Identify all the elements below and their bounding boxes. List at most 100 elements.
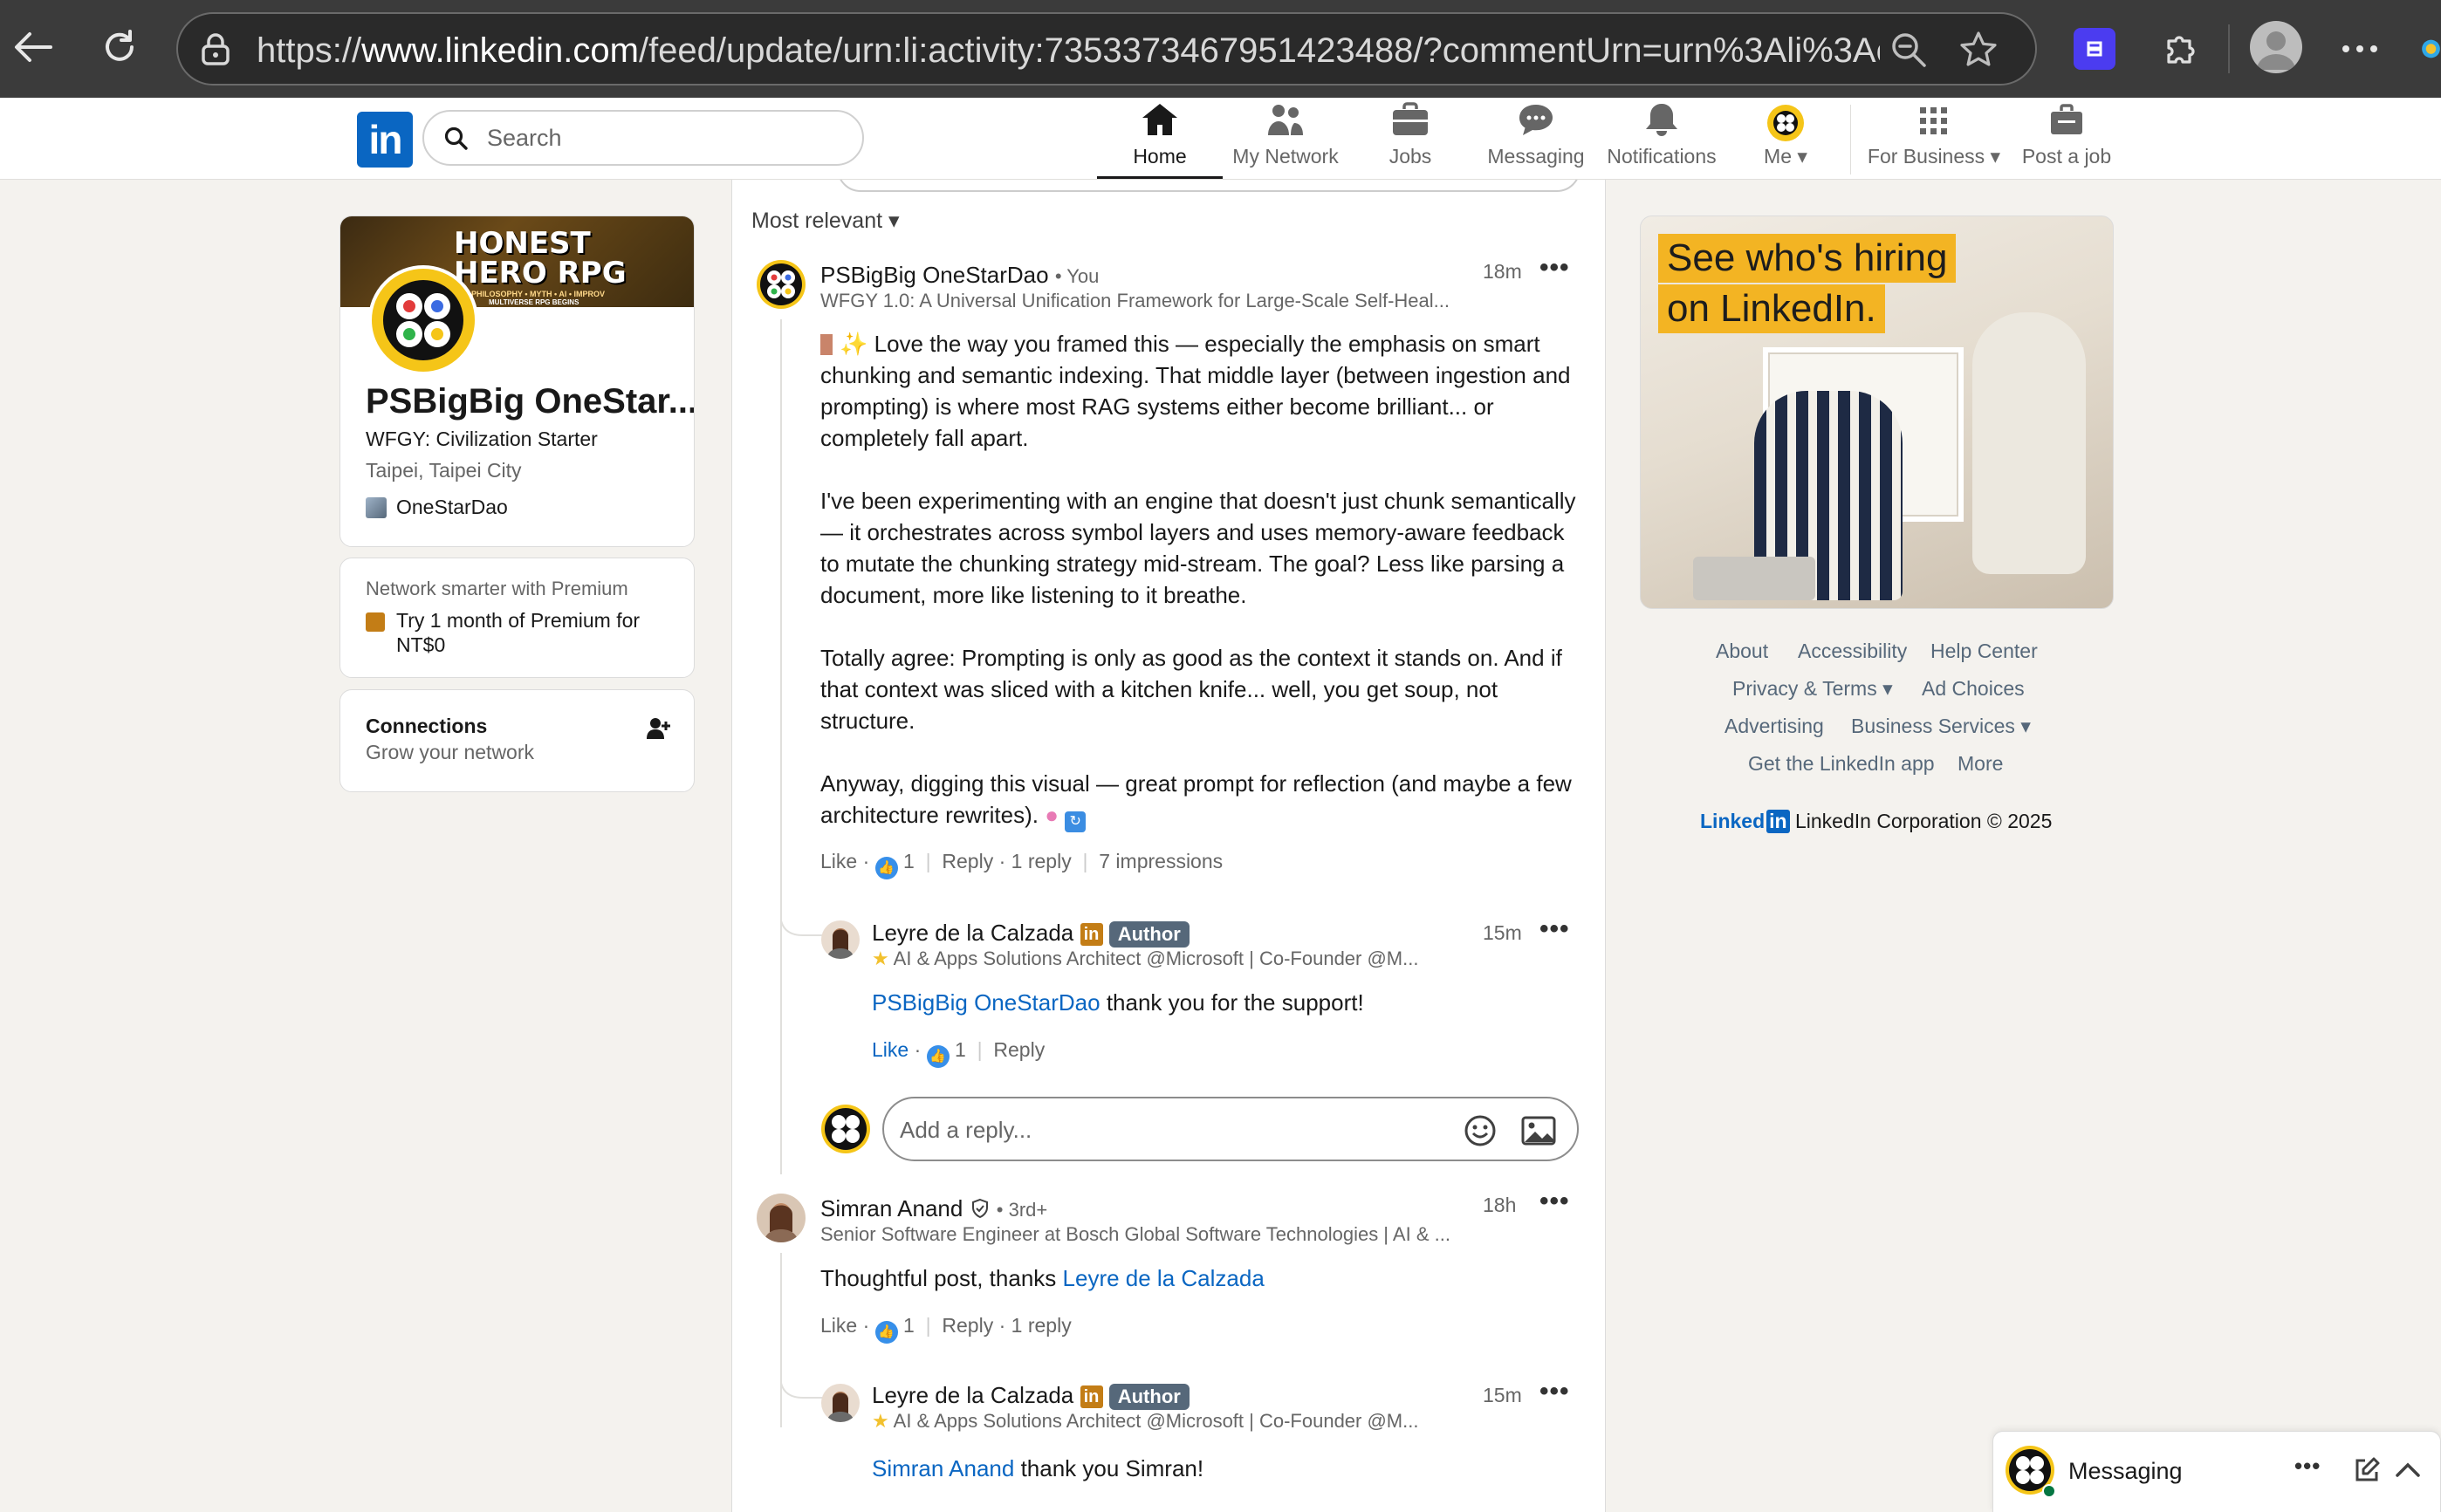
puzzle-extensions-icon[interactable] <box>2156 24 2204 73</box>
like-button[interactable]: Like <box>820 1314 857 1337</box>
comment-more-icon[interactable]: ••• <box>1539 1187 1570 1216</box>
reply-count[interactable]: 1 reply <box>1011 1314 1072 1337</box>
caret-down-icon: ▾ <box>2020 715 2031 737</box>
author-name: Leyre de la Calzada <box>872 920 1074 946</box>
comment-paragraph: Love the way you framed this — especiall… <box>820 331 1571 451</box>
premium-card[interactable]: Network smarter with Premium Try 1 month… <box>339 558 695 678</box>
reply-button[interactable]: Reply <box>993 1038 1045 1061</box>
reply-input[interactable] <box>900 1111 1423 1149</box>
grid-icon <box>1918 106 1950 141</box>
favorite-star-icon[interactable] <box>1955 26 2002 73</box>
reply-more-icon[interactable]: ••• <box>1539 1377 1570 1406</box>
comment-body: ✨ Love the way you framed this — especia… <box>820 328 1588 832</box>
back-button[interactable] <box>2 17 65 80</box>
avatar[interactable] <box>821 1384 860 1422</box>
nav-for-business[interactable]: For Business ▾ <box>1866 101 2002 178</box>
reaction-count[interactable]: 1 <box>903 850 915 872</box>
reply-author[interactable]: Leyre de la Calzada in Author <box>872 1382 1190 1411</box>
address-bar[interactable]: https://www.linkedin.com/feed/update/urn… <box>176 12 2037 86</box>
mention-link[interactable]: PSBigBig OneStarDao <box>872 989 1101 1016</box>
mention-link[interactable]: Simran Anand <box>872 1455 1014 1481</box>
reload-icon <box>99 26 141 72</box>
reply-count[interactable]: 1 reply <box>1011 850 1072 872</box>
nav-jobs[interactable]: Jobs <box>1367 101 1454 178</box>
avatar[interactable] <box>757 260 806 309</box>
profile-avatar-icon[interactable] <box>2250 21 2302 73</box>
profile-name[interactable]: PSBigBig OneStar... <box>366 382 694 421</box>
like-button[interactable]: Like <box>820 850 857 872</box>
hiring-ad[interactable]: See who's hiring on LinkedIn. <box>1640 216 2114 609</box>
reaction-count[interactable]: 1 <box>955 1038 966 1061</box>
emoji-icon[interactable] <box>1464 1114 1497 1152</box>
thread-line <box>780 319 782 1174</box>
site-info-icon[interactable] <box>195 30 236 70</box>
comment-more-icon[interactable]: ••• <box>1539 253 1570 283</box>
copilot-icon[interactable] <box>2421 28 2441 70</box>
ad-person-right <box>1972 312 2086 574</box>
comment-author[interactable]: Simran Anand • 3rd+ <box>820 1195 1047 1222</box>
footer-ad-choices[interactable]: Ad Choices <box>1922 677 2025 701</box>
footer-help-center[interactable]: Help Center <box>1930 640 2038 663</box>
post-job-icon <box>2049 102 2084 141</box>
profile-avatar[interactable] <box>368 265 478 375</box>
nav-messaging[interactable]: Messaging <box>1480 101 1592 178</box>
comment-author[interactable]: PSBigBig OneStarDao • You <box>820 262 1099 289</box>
reply-text: thank you Simran! <box>1020 1455 1204 1481</box>
footer-advertising[interactable]: Advertising <box>1724 715 1824 738</box>
footer-accessibility[interactable]: Accessibility <box>1798 640 1907 663</box>
image-icon[interactable] <box>1521 1116 1556 1150</box>
sort-dropdown[interactable]: Most relevant ▾ <box>751 208 900 234</box>
reply-more-icon[interactable]: ••• <box>1539 914 1570 944</box>
reply-button[interactable]: Reply <box>942 1314 993 1337</box>
search-input[interactable] <box>487 120 836 155</box>
nav-my-network[interactable]: My Network <box>1222 101 1349 178</box>
footer-more[interactable]: More <box>1958 752 2003 776</box>
like-reaction-icon: 👍 <box>926 1045 950 1068</box>
footer-about[interactable]: About <box>1716 640 1768 663</box>
search-box[interactable] <box>422 110 864 166</box>
nav-me[interactable]: Me ▾ <box>1749 101 1822 178</box>
nav-label: Home <box>1133 145 1187 168</box>
linkedin-logo[interactable]: in <box>357 112 413 168</box>
comment-paragraph: Totally agree: Prompting is only as good… <box>820 645 1562 734</box>
briefcase-icon <box>1391 102 1430 141</box>
impressions-link[interactable]: 7 impressions <box>1099 850 1223 872</box>
nav-post-a-job[interactable]: Post a job <box>2018 101 2115 178</box>
nav-home[interactable]: Home <box>1101 101 1218 178</box>
footer-get-app[interactable]: Get the LinkedIn app <box>1748 752 1935 776</box>
more-menu-icon[interactable] <box>2335 28 2384 70</box>
premium-cta-price[interactable]: NT$0 <box>396 633 445 657</box>
ad-laptop <box>1693 557 1815 600</box>
messaging-more-icon[interactable]: ••• <box>2294 1453 2321 1480</box>
like-button[interactable]: Like <box>872 1038 909 1061</box>
reply-actions: Like · 👍 1 | Reply <box>872 1038 1045 1068</box>
connections-card[interactable]: Connections Grow your network <box>339 689 695 792</box>
avatar[interactable] <box>757 1194 806 1242</box>
separator: · <box>862 1314 870 1337</box>
compose-icon[interactable] <box>2353 1456 2381 1488</box>
messaging-label: Messaging <box>2068 1458 2183 1484</box>
add-connection-icon[interactable] <box>646 716 670 745</box>
banner-title: HONEST HERO RPG <box>454 226 627 291</box>
separator: · <box>998 850 1006 872</box>
author-name: Simran Anand <box>820 1195 963 1221</box>
chevron-up-icon[interactable] <box>2395 1460 2421 1483</box>
url-domain: www.linkedin.com <box>361 31 639 70</box>
reply-box[interactable] <box>882 1097 1579 1161</box>
reload-button[interactable] <box>88 17 151 80</box>
reaction-count[interactable]: 1 <box>903 1314 915 1337</box>
reply-text: thank you for the support! <box>1106 989 1364 1016</box>
caret-down-icon: ▾ <box>1990 145 2001 168</box>
extension-icon[interactable] <box>2074 28 2115 70</box>
footer-privacy-terms[interactable]: Privacy & Terms ▾ <box>1732 677 1893 701</box>
reply-author[interactable]: Leyre de la Calzada in Author <box>872 920 1190 948</box>
mention-link[interactable]: Leyre de la Calzada <box>1063 1265 1265 1291</box>
footer-business-services[interactable]: Business Services ▾ <box>1851 715 2031 738</box>
premium-cta[interactable]: Try 1 month of Premium for <box>396 609 640 633</box>
reply-button[interactable]: Reply <box>942 850 993 872</box>
nav-notifications[interactable]: Notifications <box>1602 101 1721 178</box>
zoom-icon[interactable] <box>1887 28 1930 72</box>
messaging-tab[interactable]: Messaging ••• <box>1992 1431 2441 1512</box>
avatar[interactable] <box>821 920 860 959</box>
profile-company[interactable]: OneStarDao <box>396 496 508 519</box>
